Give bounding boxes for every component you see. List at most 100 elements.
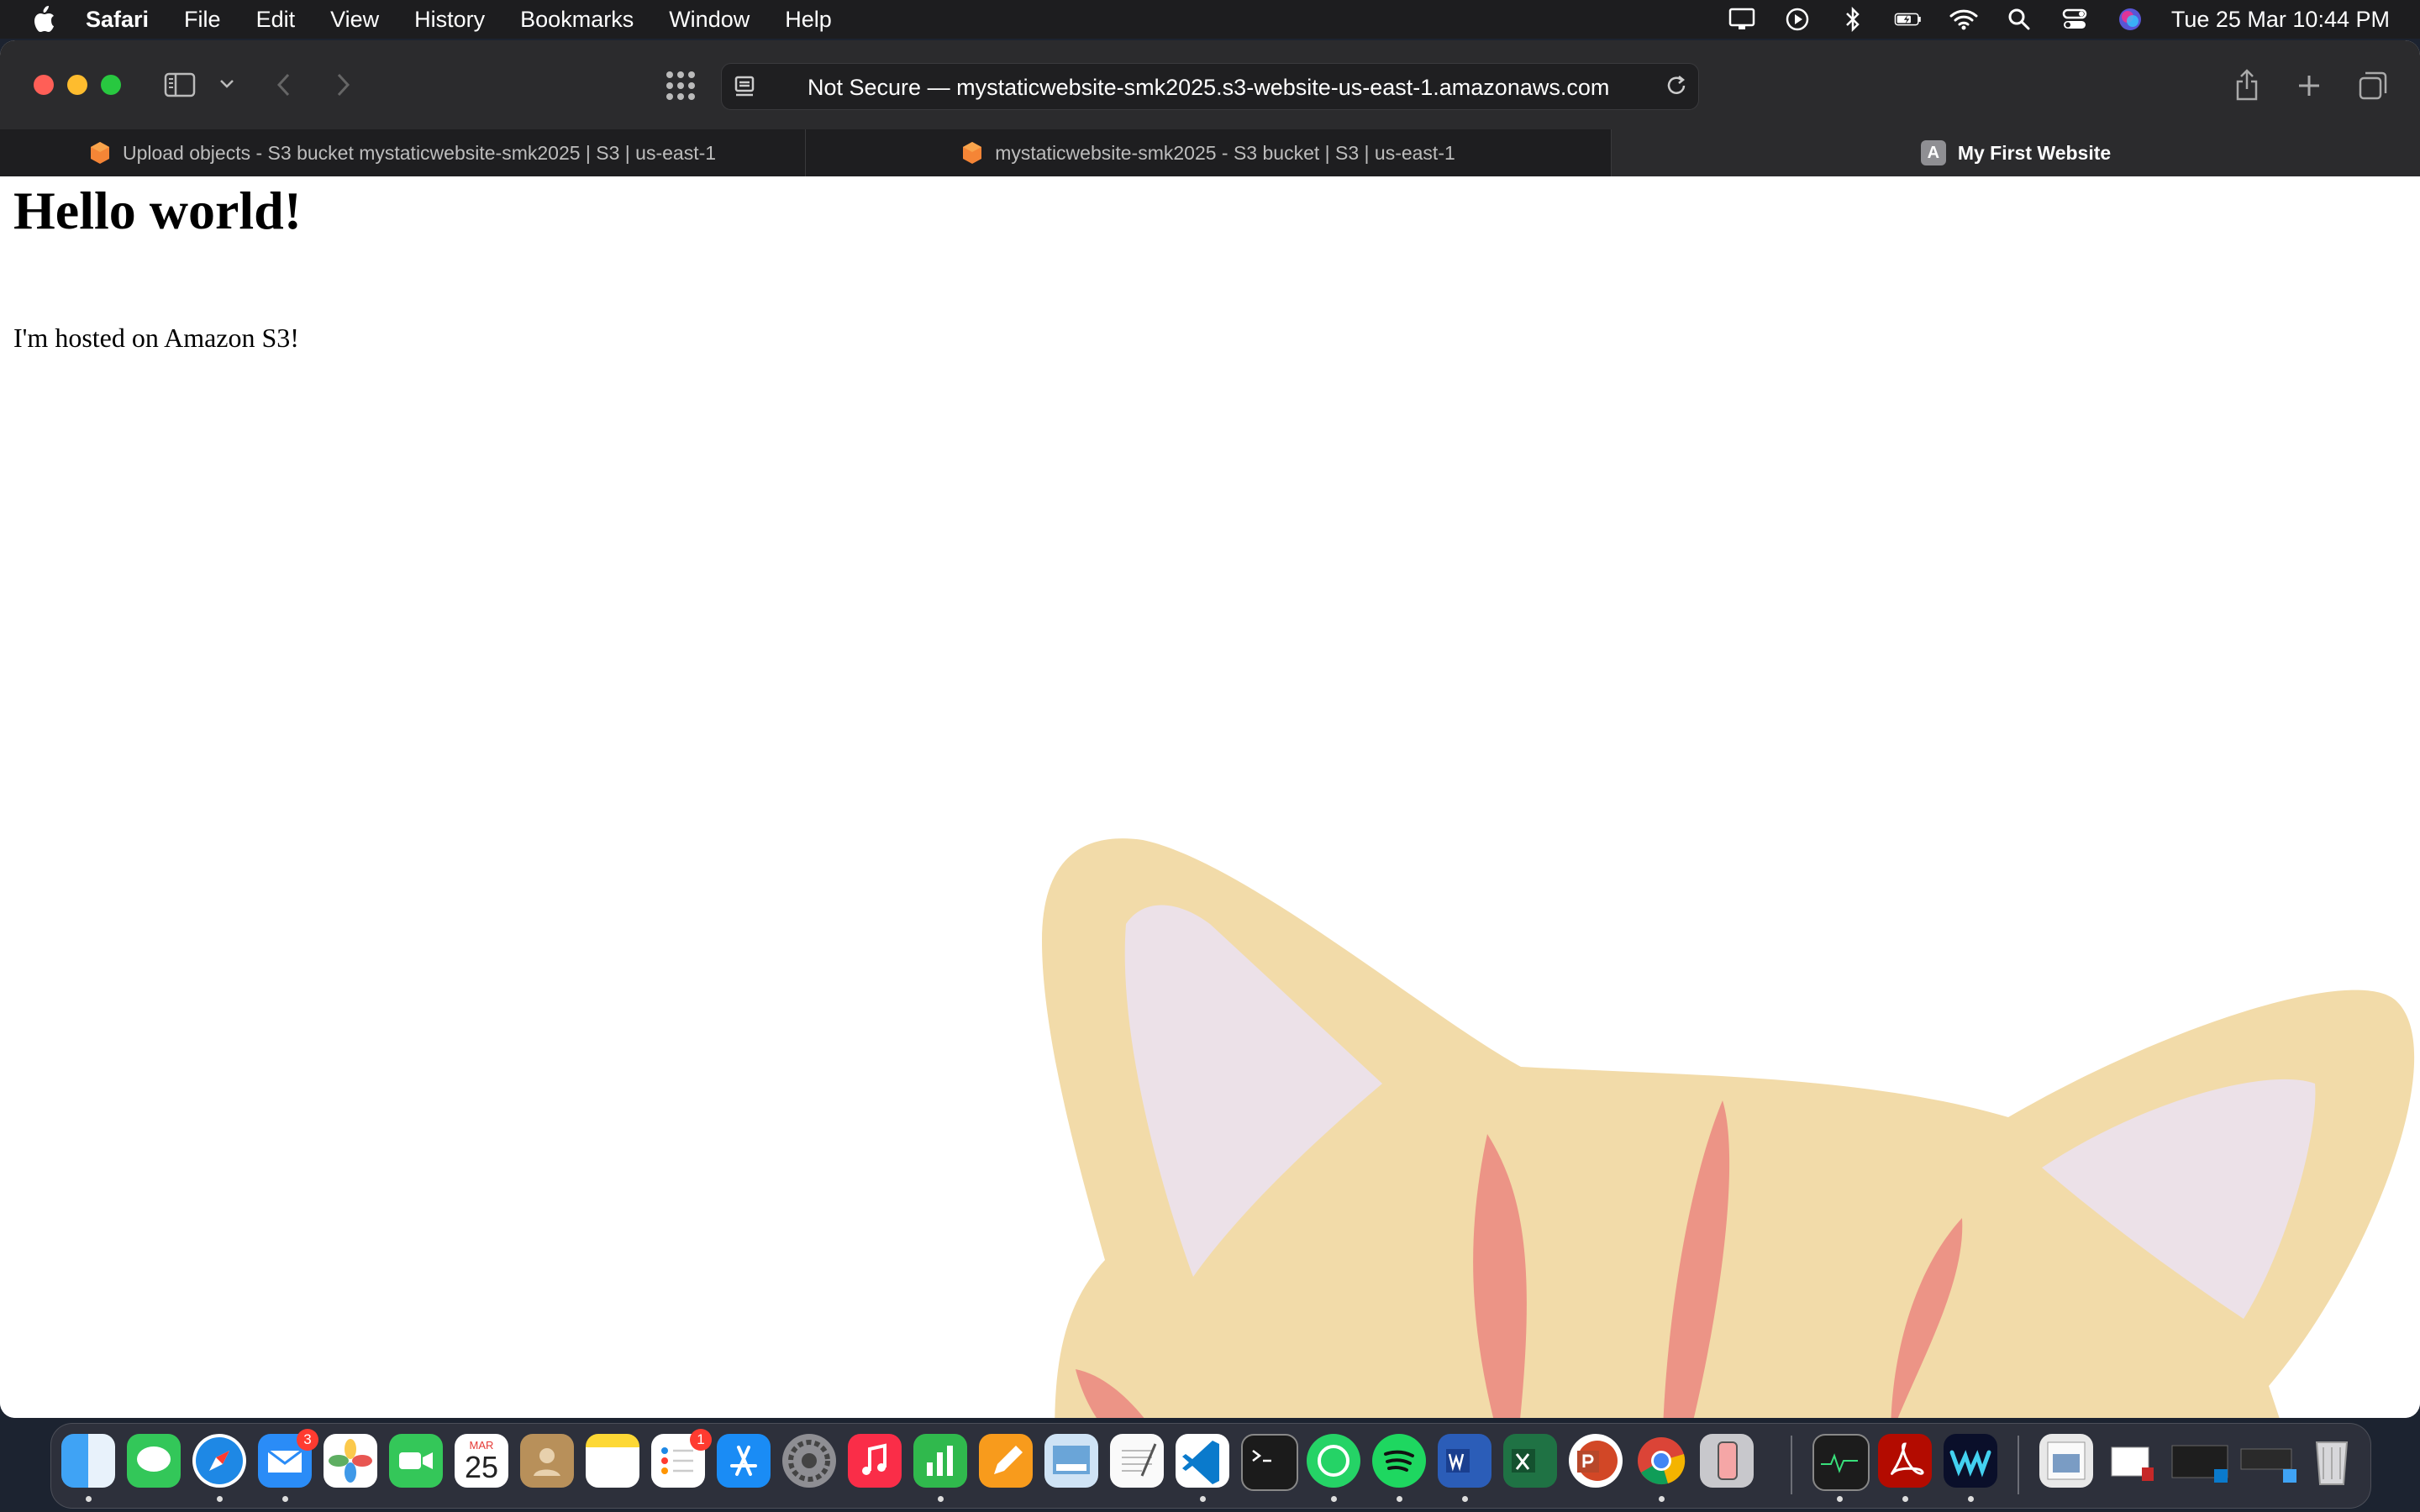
page-heading: Hello world! xyxy=(13,181,302,240)
control-center-icon[interactable] xyxy=(2060,7,2089,32)
cat-image xyxy=(1042,838,2414,1418)
word-icon[interactable] xyxy=(1438,1434,1491,1488)
running-indicator xyxy=(217,1496,223,1502)
running-indicator xyxy=(1968,1496,1974,1502)
aws-s3-icon xyxy=(963,142,982,164)
activity-monitor-icon[interactable] xyxy=(1812,1434,1870,1491)
running-indicator xyxy=(1902,1496,1908,1502)
tab-bar: Upload objects - S3 bucket mystaticwebsi… xyxy=(0,129,2420,176)
iphone-mirroring-icon[interactable] xyxy=(1700,1434,1754,1488)
tab-overview-icon[interactable] xyxy=(2356,69,2390,102)
spotify-icon[interactable] xyxy=(1372,1434,1426,1488)
menu-view[interactable]: View xyxy=(330,7,379,33)
new-tab-plus-icon[interactable] xyxy=(2294,71,2324,101)
address-bar[interactable]: Not Secure — mystaticwebsite-smk2025.s3-… xyxy=(721,63,1699,110)
safari-icon[interactable] xyxy=(192,1434,246,1488)
menubar-clock[interactable]: Tue 25 Mar 10:44 PM xyxy=(2171,7,2390,33)
share-icon[interactable] xyxy=(2232,67,2262,102)
preview-icon[interactable] xyxy=(1044,1434,1098,1488)
running-indicator xyxy=(1837,1496,1843,1502)
siri-icon[interactable] xyxy=(2116,7,2144,32)
dock: 3 MAR 25 1 xyxy=(50,1423,2371,1509)
calendar-icon[interactable]: MAR 25 xyxy=(455,1434,508,1488)
address-url[interactable]: Not Secure — mystaticwebsite-smk2025.s3-… xyxy=(808,75,1609,101)
battery-icon[interactable] xyxy=(1894,7,1923,32)
dock-separator xyxy=(1791,1436,1792,1494)
dock-separator xyxy=(2018,1436,2019,1494)
running-indicator xyxy=(1462,1496,1468,1502)
tab-label: mystaticwebsite-smk2025 - S3 bucket | S3… xyxy=(995,141,1455,164)
tab-my-first-website[interactable]: A My First Website xyxy=(1612,129,2420,176)
webex-icon[interactable] xyxy=(1944,1434,1997,1488)
calendar-day: 25 xyxy=(464,1450,499,1484)
whatsapp-icon[interactable] xyxy=(1307,1434,1360,1488)
menu-history[interactable]: History xyxy=(414,7,485,33)
terminal-icon[interactable] xyxy=(1241,1434,1298,1491)
menu-bookmarks[interactable]: Bookmarks xyxy=(520,7,634,33)
finder-icon[interactable] xyxy=(61,1434,115,1488)
contacts-icon[interactable] xyxy=(520,1434,574,1488)
start-page-grid-icon[interactable] xyxy=(664,69,697,102)
reminders-icon[interactable]: 1 xyxy=(651,1429,712,1488)
system-settings-icon[interactable] xyxy=(782,1434,836,1488)
menu-help[interactable]: Help xyxy=(785,7,832,33)
running-indicator xyxy=(1397,1496,1402,1502)
web-page-content: Hello world! I'm hosted on Amazon S3! xyxy=(0,176,2420,1418)
running-indicator xyxy=(86,1496,92,1502)
menu-app-safari[interactable]: Safari xyxy=(86,7,149,33)
numbers-icon[interactable] xyxy=(913,1434,967,1488)
pages-icon[interactable] xyxy=(979,1434,1033,1488)
notes-icon[interactable] xyxy=(586,1434,639,1488)
app-store-icon[interactable] xyxy=(717,1434,771,1488)
tab-s3-bucket[interactable]: mystaticwebsite-smk2025 - S3 bucket | S3… xyxy=(806,129,1612,176)
back-button-icon[interactable] xyxy=(271,71,296,99)
running-indicator xyxy=(1200,1496,1206,1502)
pdf-document-icon[interactable] xyxy=(2105,1434,2159,1488)
running-indicator xyxy=(1659,1496,1665,1502)
photos-icon[interactable] xyxy=(324,1434,377,1488)
excel-icon[interactable] xyxy=(1503,1434,1557,1488)
finder-window-thumbnail-icon[interactable] xyxy=(2239,1434,2296,1488)
downloads-stack-icon[interactable] xyxy=(2039,1434,2093,1488)
minimize-window-button[interactable] xyxy=(67,75,87,95)
bluetooth-icon[interactable] xyxy=(1839,7,1867,32)
textedit-icon[interactable] xyxy=(1110,1434,1164,1488)
tab-label: My First Website xyxy=(1957,141,2112,164)
close-window-button[interactable] xyxy=(34,75,54,95)
chrome-icon[interactable] xyxy=(1634,1434,1688,1488)
reload-icon[interactable] xyxy=(1665,74,1690,99)
menu-window[interactable]: Window xyxy=(669,7,750,33)
tab-label: Upload objects - S3 bucket mystaticwebsi… xyxy=(122,141,717,164)
vscode-window-thumbnail-icon[interactable] xyxy=(2170,1434,2228,1488)
tab-upload-objects[interactable]: Upload objects - S3 bucket mystaticwebsi… xyxy=(0,129,806,176)
security-warning-text: Not Secure — xyxy=(808,75,957,100)
safari-window: Not Secure — mystaticwebsite-smk2025.s3-… xyxy=(0,40,2420,1418)
aws-s3-icon xyxy=(90,142,109,164)
powerpoint-icon[interactable] xyxy=(1569,1434,1623,1488)
display-icon[interactable] xyxy=(1728,7,1756,32)
zoom-window-button[interactable] xyxy=(101,75,121,95)
forward-button-icon[interactable] xyxy=(331,71,356,99)
reminders-badge: 1 xyxy=(690,1429,712,1451)
spotlight-search-icon[interactable] xyxy=(2005,7,2033,32)
music-icon[interactable] xyxy=(848,1434,902,1488)
facetime-icon[interactable] xyxy=(389,1434,443,1488)
page-menu-icon[interactable] xyxy=(732,74,757,99)
running-indicator xyxy=(282,1496,288,1502)
acrobat-icon[interactable] xyxy=(1878,1434,1932,1488)
messages-icon[interactable] xyxy=(127,1434,181,1488)
trash-icon[interactable] xyxy=(2305,1434,2359,1488)
menu-edit[interactable]: Edit xyxy=(256,7,296,33)
menu-file[interactable]: File xyxy=(184,7,221,33)
vscode-icon[interactable] xyxy=(1176,1434,1229,1488)
now-playing-icon[interactable] xyxy=(1783,7,1812,32)
mail-badge: 3 xyxy=(297,1429,318,1451)
wifi-icon[interactable] xyxy=(1949,7,1978,32)
address-host: mystaticwebsite-smk2025.s3-website-us-ea… xyxy=(956,75,1610,100)
chevron-down-icon[interactable] xyxy=(217,74,237,94)
apple-menu-icon[interactable] xyxy=(32,6,55,33)
sidebar-toggle-icon[interactable] xyxy=(163,71,197,99)
letter-favicon-icon: A xyxy=(1920,140,1946,165)
mail-icon[interactable]: 3 xyxy=(258,1429,318,1488)
running-indicator xyxy=(1331,1496,1337,1502)
